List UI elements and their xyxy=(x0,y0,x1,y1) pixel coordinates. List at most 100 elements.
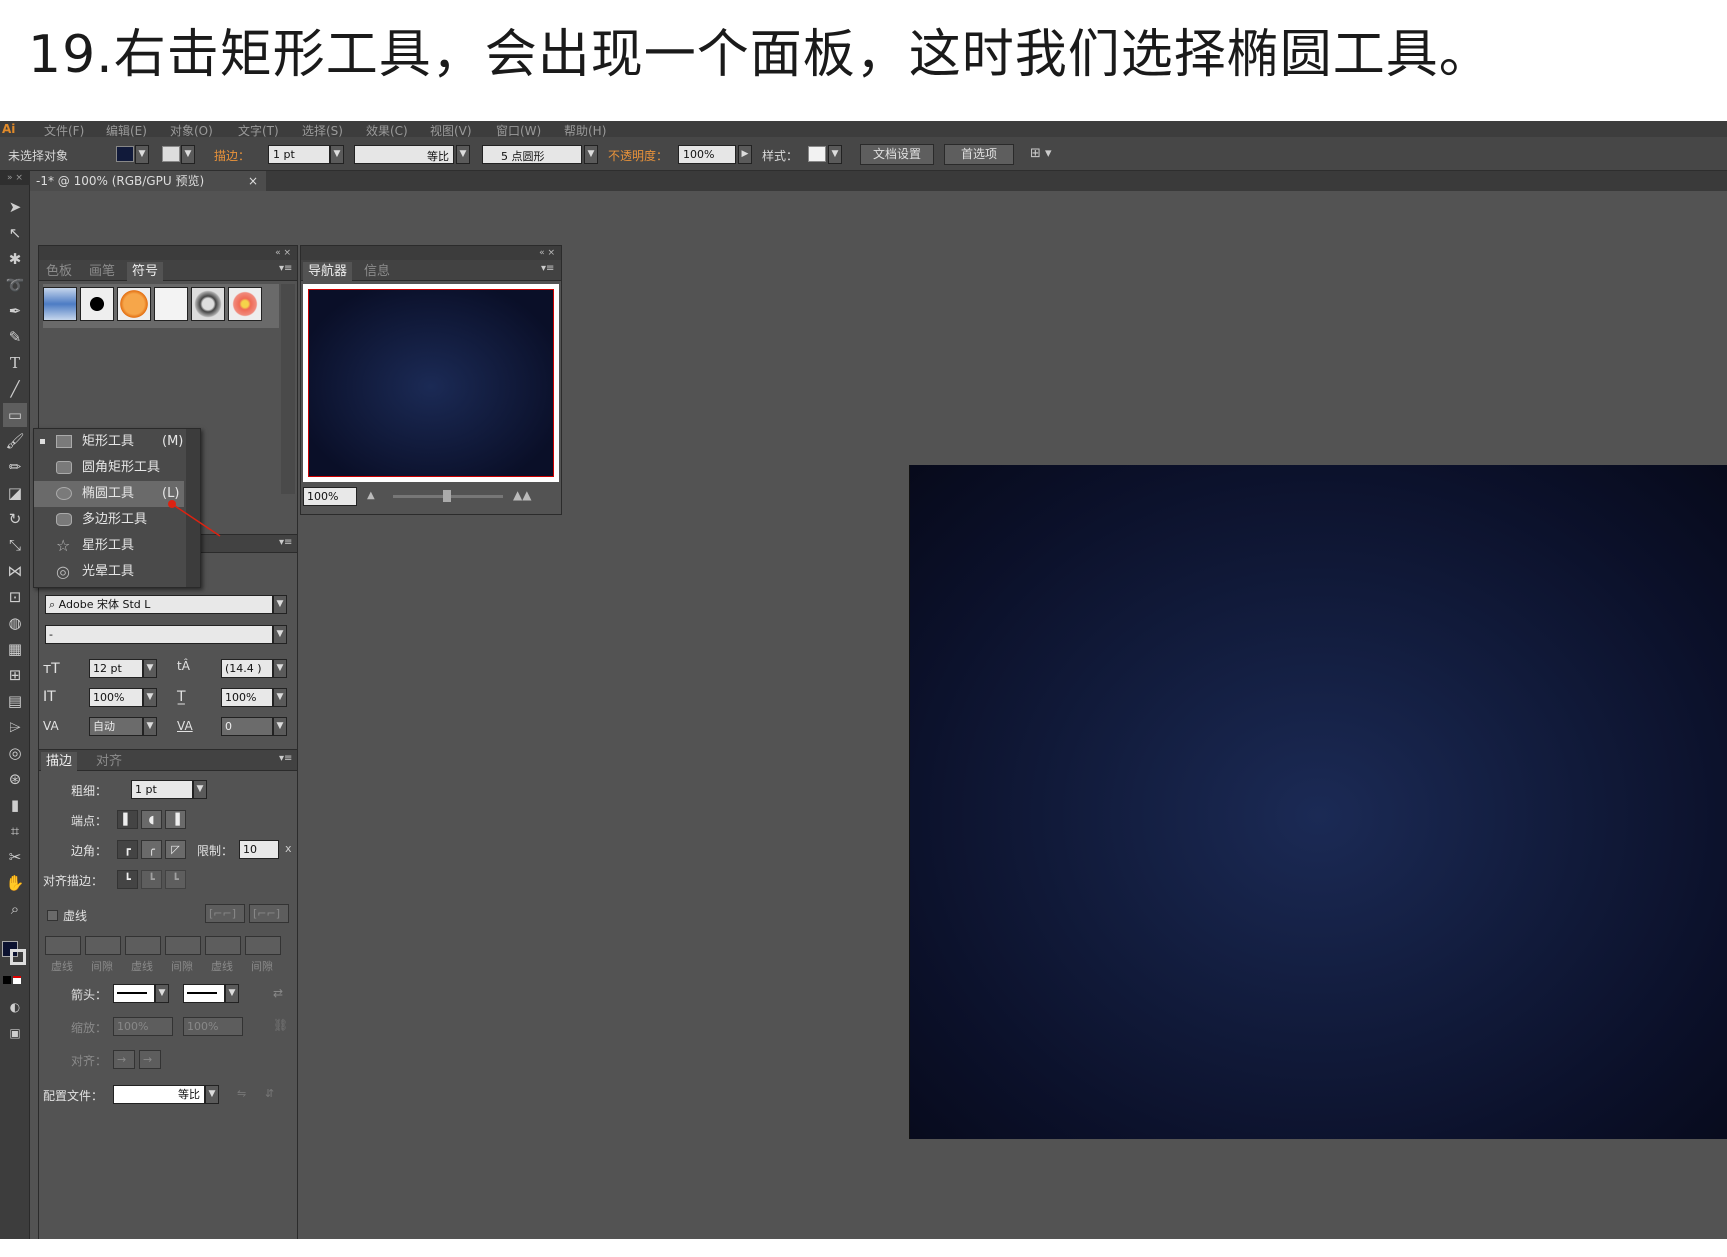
rectangle-tool-icon[interactable]: ▭ xyxy=(3,403,27,427)
symbols-scrollbar[interactable] xyxy=(281,284,295,494)
artboard-tool-icon[interactable]: ⌗ xyxy=(3,819,27,843)
variable-width-profile[interactable]: 等比 xyxy=(354,145,454,164)
stroke-weight-field[interactable]: 1 pt xyxy=(268,145,330,164)
tab-info[interactable]: 信息 xyxy=(359,262,395,281)
chevron-down-icon[interactable]: ▼ xyxy=(273,595,287,614)
font-style-field[interactable]: - xyxy=(45,625,273,644)
line-tool-icon[interactable]: ╱ xyxy=(3,377,27,401)
arrow-align-end-icon[interactable]: → xyxy=(139,1050,161,1069)
chevron-down-icon[interactable]: ▼ xyxy=(143,717,157,736)
chevron-down-icon[interactable]: ▼ xyxy=(330,145,344,164)
tracking-field[interactable]: 0 xyxy=(221,717,273,736)
bevel-join-icon[interactable]: ◸ xyxy=(165,840,186,859)
vertical-scale-field[interactable]: 100% xyxy=(89,688,143,707)
tab-brushes[interactable]: 画笔 xyxy=(84,262,120,281)
align-dash-icon[interactable]: [⌐⌐] xyxy=(249,904,289,923)
curvature-tool-icon[interactable]: ✎ xyxy=(3,325,27,349)
paintbrush-icon[interactable]: 🖌 xyxy=(3,429,27,453)
horizontal-scale-field[interactable]: 100% xyxy=(221,688,273,707)
zoom-tool-icon[interactable]: ⌕ xyxy=(3,897,27,921)
stroke-color-icon[interactable] xyxy=(10,949,26,965)
symbol-orange-button-icon[interactable] xyxy=(117,287,151,321)
document-setup-button[interactable]: 文档设置 xyxy=(860,144,934,165)
font-size-field[interactable]: 12 pt xyxy=(89,659,143,678)
flip-along-icon[interactable]: ⇵ xyxy=(265,1087,274,1100)
arrow-align-tip-icon[interactable]: → xyxy=(113,1050,135,1069)
preferences-button[interactable]: 首选项 xyxy=(944,144,1014,165)
close-icon[interactable]: × xyxy=(248,171,258,191)
dash-3-field[interactable] xyxy=(205,936,241,955)
preserve-dash-icon[interactable]: [⌐⌐] xyxy=(205,904,245,923)
limit-field[interactable]: 10 xyxy=(239,840,279,859)
eyedropper-icon[interactable]: ⌲ xyxy=(3,715,27,739)
navigator-preview[interactable] xyxy=(303,284,559,482)
chevron-down-icon[interactable]: ▼ xyxy=(273,659,287,678)
symbol-sprayer-icon[interactable]: ⊛ xyxy=(3,767,27,791)
brush-definition[interactable]: 5 点圆形 xyxy=(482,145,582,164)
magic-wand-icon[interactable]: ✱ xyxy=(3,247,27,271)
scale-tool-icon[interactable]: ⤡ xyxy=(3,533,27,557)
leading-field[interactable]: (14.4 ) xyxy=(221,659,273,678)
chevron-down-icon[interactable]: ▼ xyxy=(456,145,470,164)
chevron-down-icon[interactable]: ▼ xyxy=(584,145,598,164)
dash-1-field[interactable] xyxy=(45,936,81,955)
free-transform-icon[interactable]: ⊡ xyxy=(3,585,27,609)
type-tool-icon[interactable]: T xyxy=(3,351,27,375)
direct-selection-tool-icon[interactable]: ↖ xyxy=(3,221,27,245)
arrange-documents-icon[interactable]: ⊞ ▾ xyxy=(1030,146,1052,161)
artboard[interactable] xyxy=(909,465,1727,1139)
flyout-item-rounded-rectangle[interactable]: 圆角矩形工具 xyxy=(34,455,184,481)
color-mode-icon[interactable] xyxy=(3,976,11,984)
chevron-down-icon[interactable]: ▼ xyxy=(273,625,287,644)
width-tool-icon[interactable]: ⋈ xyxy=(3,559,27,583)
symbol-ink-splat-icon[interactable] xyxy=(80,287,114,321)
chevron-down-icon[interactable]: ▼ xyxy=(828,145,842,164)
shape-builder-icon[interactable]: ◍ xyxy=(3,611,27,635)
tab-align[interactable]: 对齐 xyxy=(91,752,127,771)
stroke-label[interactable]: 描边： xyxy=(214,147,250,164)
dash-2-field[interactable] xyxy=(125,936,161,955)
zoom-in-icon[interactable]: ▲▲ xyxy=(513,488,531,502)
slice-tool-icon[interactable]: ✂ xyxy=(3,845,27,869)
mesh-tool-icon[interactable]: ⊞ xyxy=(3,663,27,687)
blend-tool-icon[interactable]: ◎ xyxy=(3,741,27,765)
flyout-item-rectangle[interactable]: 矩形工具 (M) xyxy=(34,429,184,455)
rotate-tool-icon[interactable]: ↻ xyxy=(3,507,27,531)
link-icon[interactable]: ⛓ xyxy=(273,1018,288,1032)
tab-stroke[interactable]: 描边 xyxy=(41,752,78,771)
column-graph-icon[interactable]: ▮ xyxy=(3,793,27,817)
chevron-down-icon[interactable]: ▼ xyxy=(135,145,149,164)
chevron-down-icon[interactable]: ▼ xyxy=(193,780,207,799)
gap-2-field[interactable] xyxy=(165,936,201,955)
pencil-icon[interactable]: ✏ xyxy=(3,455,27,479)
pen-tool-icon[interactable]: ✒ xyxy=(3,299,27,323)
tab-navigator[interactable]: 导航器 xyxy=(303,262,353,281)
symbol-wreath-icon[interactable] xyxy=(191,287,225,321)
lasso-icon[interactable]: ➰ xyxy=(3,273,27,297)
round-cap-icon[interactable]: ◖ xyxy=(141,810,162,829)
flip-across-icon[interactable]: ⇋ xyxy=(237,1087,246,1100)
swap-arrows-icon[interactable]: ⇄ xyxy=(273,986,283,1000)
hand-tool-icon[interactable]: ✋ xyxy=(3,871,27,895)
butt-cap-icon[interactable]: ▌ xyxy=(117,810,138,829)
start-scale-field[interactable]: 100% xyxy=(113,1017,173,1036)
tab-symbols[interactable]: 符号 xyxy=(127,262,164,281)
screen-mode-icon[interactable]: ▣ xyxy=(3,1021,27,1045)
chevron-down-icon[interactable]: ▼ xyxy=(205,1085,219,1104)
opacity-field[interactable]: 100% xyxy=(678,145,736,164)
fill-swatch[interactable] xyxy=(116,146,134,162)
start-arrowhead-select[interactable] xyxy=(113,984,155,1003)
tab-swatches[interactable]: 色板 xyxy=(41,262,77,281)
symbol-frame-icon[interactable] xyxy=(154,287,188,321)
slider-handle[interactable] xyxy=(443,490,451,502)
none-mode-icon[interactable] xyxy=(13,976,21,984)
panel-menu-icon[interactable]: ▾≡ xyxy=(279,537,292,548)
end-arrowhead-select[interactable] xyxy=(183,984,225,1003)
gap-3-field[interactable] xyxy=(245,936,281,955)
profile-select[interactable]: 等比 xyxy=(113,1085,205,1104)
kerning-field[interactable]: 自动 xyxy=(89,717,143,736)
selection-tool-icon[interactable]: ➤ xyxy=(3,195,27,219)
chevron-down-icon[interactable]: ▼ xyxy=(273,688,287,707)
navigator-zoom-field[interactable]: 100% xyxy=(303,487,357,506)
round-join-icon[interactable]: ╭ xyxy=(141,840,162,859)
